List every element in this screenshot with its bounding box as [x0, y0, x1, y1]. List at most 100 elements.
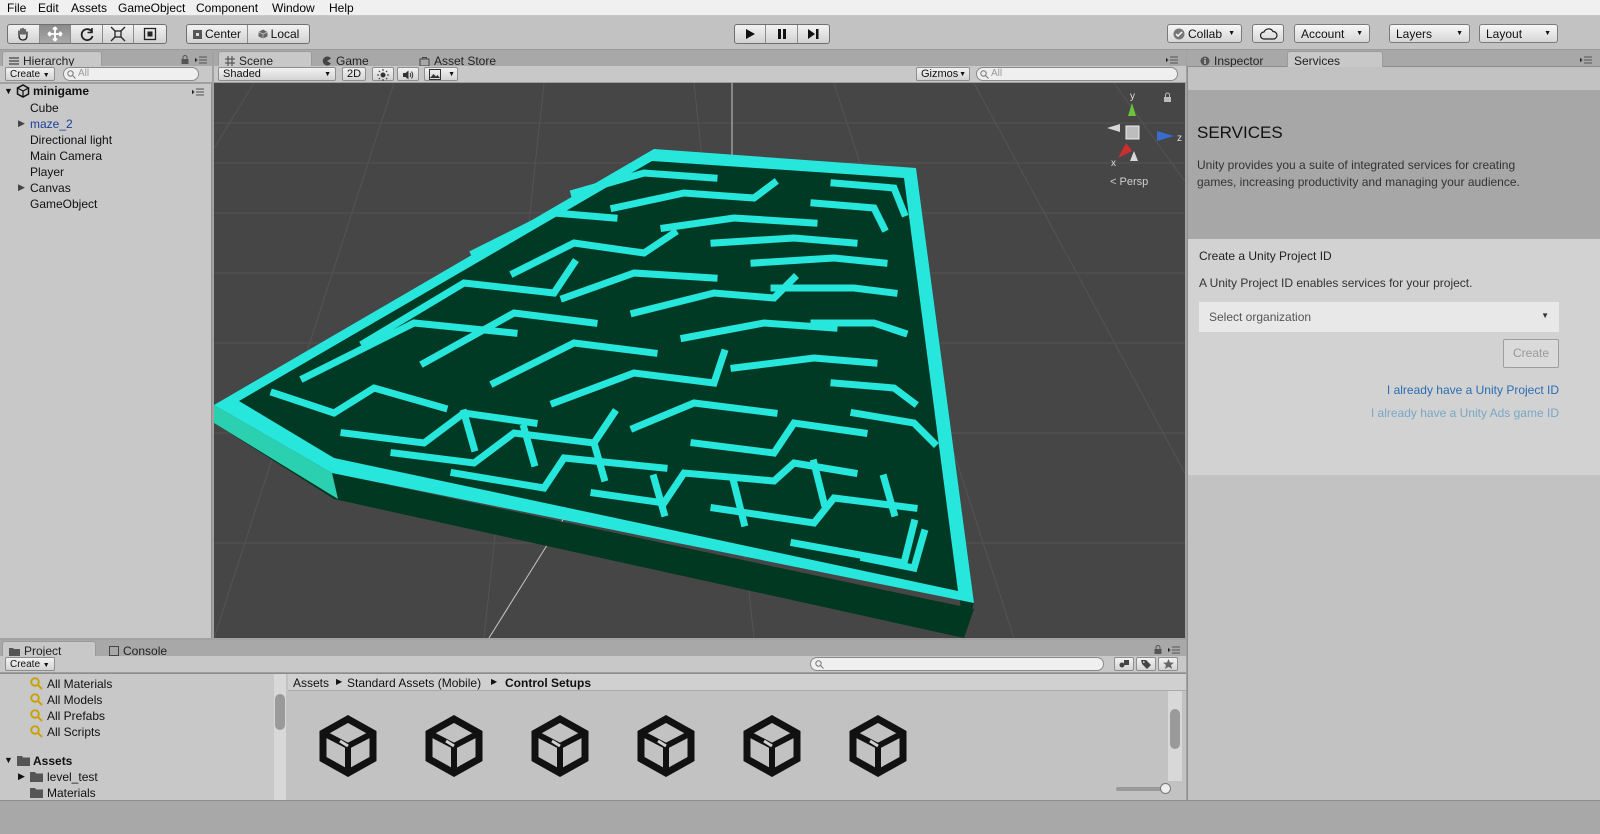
- unity-asset-thumbnail[interactable]: [424, 714, 484, 778]
- tree-scrollbar[interactable]: [274, 674, 286, 801]
- lock-icon[interactable]: [1154, 645, 1162, 654]
- cloud-icon: [1260, 28, 1278, 40]
- tree-scrollbar-thumb[interactable]: [275, 694, 285, 730]
- search-by-label-button[interactable]: [1136, 657, 1156, 671]
- pivot-local-button[interactable]: Local: [248, 25, 309, 43]
- pivot-center-button[interactable]: Center: [187, 25, 249, 43]
- foldout-collapsed-icon[interactable]: ▶: [18, 771, 25, 782]
- account-dropdown[interactable]: Account ▼: [1294, 24, 1370, 43]
- rotate-tool-button[interactable]: [71, 25, 103, 43]
- hierarchy-item[interactable]: Cube: [0, 100, 210, 116]
- move-tool-button[interactable]: [39, 25, 72, 43]
- hierarchy-item[interactable]: ▶ maze_2: [0, 116, 210, 132]
- lock-icon[interactable]: [181, 55, 189, 64]
- hierarchy-item[interactable]: Main Camera: [0, 148, 210, 164]
- collab-dropdown[interactable]: Collab ▼: [1167, 24, 1242, 43]
- menu-edit[interactable]: Edit: [38, 1, 59, 15]
- tab-services[interactable]: Services: [1287, 51, 1383, 68]
- favorite-search-item[interactable]: All Materials: [0, 676, 270, 692]
- asset-grid-scrollbar[interactable]: [1168, 691, 1182, 781]
- folder-icon: [30, 788, 43, 798]
- foldout-collapsed-icon[interactable]: ▶: [18, 118, 25, 129]
- breadcrumb-standard-assets[interactable]: Standard Assets (Mobile): [347, 676, 481, 690]
- favorite-search-button[interactable]: [1158, 657, 1178, 671]
- scene-menu-icon[interactable]: [192, 88, 204, 96]
- scene-search-input[interactable]: All: [976, 67, 1178, 81]
- existing-project-id-link[interactable]: I already have a Unity Project ID: [1387, 383, 1559, 397]
- layout-dropdown[interactable]: Layout ▼: [1479, 24, 1558, 43]
- rect-tool-button[interactable]: [134, 25, 166, 43]
- project-create-button[interactable]: Create ▼: [5, 657, 55, 671]
- breadcrumb-control-setups: Control Setups: [505, 676, 591, 690]
- tab-inspector[interactable]: Inspector: [1193, 51, 1285, 68]
- menu-assets[interactable]: Assets: [71, 1, 107, 15]
- hierarchy-item-label: GameObject: [30, 197, 98, 211]
- scene-viewport[interactable]: y z x < Persp: [214, 83, 1185, 638]
- pivot-center-label: Center: [204, 27, 242, 41]
- panel-menu-icon[interactable]: [1168, 646, 1180, 654]
- project-search-input[interactable]: [810, 657, 1104, 671]
- scale-tool-button[interactable]: [103, 25, 135, 43]
- foldout-expanded-icon[interactable]: ▼: [4, 86, 13, 96]
- foldout-expanded-icon[interactable]: ▼: [4, 755, 13, 765]
- hierarchy-search-input[interactable]: All: [63, 67, 199, 81]
- step-button[interactable]: [798, 25, 829, 43]
- foldout-collapsed-icon[interactable]: ▶: [18, 182, 25, 193]
- hierarchy-item[interactable]: Player: [0, 164, 210, 180]
- favorite-search-item[interactable]: All Prefabs: [0, 708, 270, 724]
- gizmos-dropdown[interactable]: Gizmos ▼: [916, 67, 970, 81]
- icon-size-slider[interactable]: [1116, 783, 1171, 794]
- hierarchy-create-button[interactable]: Create ▼: [5, 67, 55, 81]
- image-effects-icon: [429, 69, 441, 80]
- unity-asset-thumbnail[interactable]: [318, 714, 378, 778]
- hierarchy-item-label: Cube: [30, 101, 59, 115]
- folder-row-materials[interactable]: Materials: [0, 785, 270, 801]
- hand-icon: [18, 27, 28, 41]
- panel-menu-icon[interactable]: [1580, 56, 1592, 64]
- shading-mode-dropdown[interactable]: Shaded ▼: [218, 67, 336, 81]
- mode-2d-toggle[interactable]: 2D: [342, 67, 366, 81]
- asset-grid-scrollbar-thumb[interactable]: [1170, 709, 1180, 749]
- projection-persp-label[interactable]: < Persp: [1110, 176, 1148, 188]
- play-button[interactable]: [735, 25, 767, 43]
- menu-file[interactable]: File: [7, 1, 26, 15]
- menu-window[interactable]: Window: [272, 1, 315, 15]
- menu-help[interactable]: Help: [329, 1, 354, 15]
- folder-row-level-test[interactable]: ▶ level_test: [0, 769, 270, 785]
- unity-asset-thumbnail[interactable]: [636, 714, 696, 778]
- gizmo-lock-icon[interactable]: [1164, 92, 1171, 102]
- menu-gameobject[interactable]: GameObject: [118, 1, 185, 15]
- menu-component[interactable]: Component: [196, 1, 258, 15]
- breadcrumb-assets[interactable]: Assets: [293, 676, 329, 690]
- hierarchy-item[interactable]: Directional light: [0, 132, 210, 148]
- hierarchy-item-label: Canvas: [30, 181, 71, 195]
- hierarchy-item[interactable]: ▶ Canvas: [0, 180, 210, 196]
- pause-button[interactable]: [766, 25, 798, 43]
- unity-asset-thumbnail[interactable]: [742, 714, 802, 778]
- chevron-down-icon: ▼: [1541, 311, 1549, 320]
- panel-menu-icon[interactable]: [195, 56, 207, 64]
- unity-asset-thumbnail[interactable]: [848, 714, 908, 778]
- audio-toggle[interactable]: [397, 67, 419, 81]
- cloud-button[interactable]: [1252, 24, 1284, 43]
- chevron-down-icon: ▼: [324, 71, 331, 78]
- breadcrumb: Assets ▶ Standard Assets (Mobile) ▶ Cont…: [288, 674, 1186, 691]
- search-by-type-button[interactable]: [1114, 657, 1134, 671]
- orientation-gizmo[interactable]: y z x: [1107, 91, 1182, 169]
- assets-root-row[interactable]: ▼ Assets: [0, 753, 270, 769]
- hierarchy-item[interactable]: GameObject: [0, 196, 210, 212]
- hand-tool-button[interactable]: [8, 25, 40, 43]
- existing-ads-id-link[interactable]: I already have a Unity Ads game ID: [1371, 406, 1559, 420]
- panel-menu-icon[interactable]: [1166, 56, 1178, 64]
- favorite-search-item[interactable]: All Models: [0, 692, 270, 708]
- layers-dropdown[interactable]: Layers ▼: [1389, 24, 1470, 43]
- unity-asset-thumbnail[interactable]: [530, 714, 590, 778]
- effects-dropdown[interactable]: ▼: [424, 67, 458, 81]
- favorite-search-item[interactable]: All Scripts: [0, 724, 270, 740]
- scene-root-row[interactable]: ▼ minigame: [0, 84, 210, 100]
- icon-size-slider-handle[interactable]: [1160, 783, 1171, 794]
- create-project-id-button[interactable]: Create: [1503, 339, 1559, 368]
- folder-icon: [9, 647, 20, 656]
- organization-select[interactable]: Select organization ▼: [1199, 302, 1559, 332]
- lighting-toggle[interactable]: [372, 67, 394, 81]
